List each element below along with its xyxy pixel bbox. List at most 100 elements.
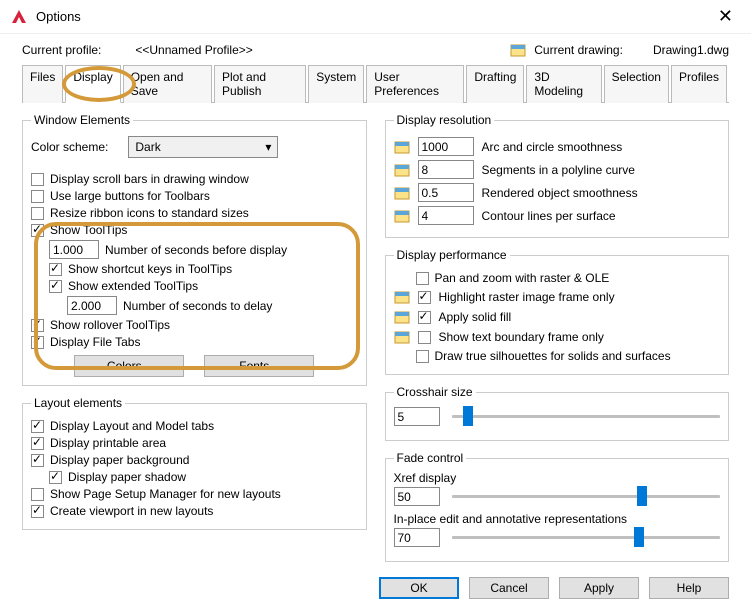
inplace-edit-label: In-place edit and annotative representat… <box>394 512 721 526</box>
tab-strip: Files Display Open and Save Plot and Pub… <box>22 64 729 103</box>
left-column: Window Elements Color scheme: Dark ▾ Dis… <box>22 113 367 562</box>
drawing-icon <box>394 162 410 178</box>
layout-elements-legend: Layout elements <box>31 396 125 410</box>
display-resolution-group: Display resolution Arc and circle smooth… <box>385 113 730 238</box>
chk-apply-solid-fill[interactable] <box>418 311 431 324</box>
chk-scroll-bars[interactable] <box>31 173 44 186</box>
current-drawing-value: Drawing1.dwg <box>653 43 729 57</box>
drawing-icon <box>394 139 410 155</box>
lbl-contour-lines: Contour lines per surface <box>482 209 616 223</box>
color-scheme-select[interactable]: Dark ▾ <box>128 136 278 158</box>
input-xref-display[interactable] <box>394 487 440 506</box>
lbl-apply-solid-fill: Apply solid fill <box>439 310 512 324</box>
input-contour-lines[interactable] <box>418 206 474 225</box>
profile-row: Current profile: <<Unnamed Profile>> Cur… <box>22 42 729 58</box>
slider-xref[interactable] <box>452 495 721 498</box>
display-performance-legend: Display performance <box>394 248 510 262</box>
chk-highlight-raster[interactable] <box>418 291 431 304</box>
lbl-large-buttons: Use large buttons for Toolbars <box>50 189 210 203</box>
chk-pan-zoom-raster[interactable] <box>416 272 429 285</box>
lbl-printable-area: Display printable area <box>50 436 166 450</box>
chevron-down-icon: ▾ <box>265 140 271 154</box>
lbl-true-silhouettes: Draw true silhouettes for solids and sur… <box>435 349 671 363</box>
tab-files[interactable]: Files <box>22 65 63 103</box>
chk-rollover-tooltips[interactable] <box>31 319 44 332</box>
chk-extended-tooltips[interactable] <box>49 280 62 293</box>
help-button[interactable]: Help <box>649 577 729 599</box>
fade-control-legend: Fade control <box>394 451 467 465</box>
slider-crosshair[interactable] <box>452 415 721 418</box>
chk-shortcut-keys[interactable] <box>49 263 62 276</box>
options-dialog: Options ✕ Current profile: <<Unnamed Pro… <box>0 0 751 611</box>
lbl-shortcut-keys: Show shortcut keys in ToolTips <box>68 262 232 276</box>
input-extended-delay[interactable] <box>67 296 117 315</box>
chk-page-setup-mgr[interactable] <box>31 488 44 501</box>
fonts-button[interactable]: Fonts... <box>204 355 314 377</box>
current-profile-label: Current profile: <box>22 43 101 57</box>
color-scheme-label: Color scheme: <box>31 140 108 154</box>
input-rendered-smoothness[interactable] <box>418 183 474 202</box>
tab-user-preferences[interactable]: User Preferences <box>366 65 464 103</box>
slider-thumb[interactable] <box>463 406 473 426</box>
dialog-footer: OK Cancel Apply Help <box>379 577 729 599</box>
input-inplace-edit[interactable] <box>394 528 440 547</box>
lbl-paper-shadow: Display paper shadow <box>68 470 186 484</box>
drawing-icon <box>394 309 410 325</box>
lbl-show-tooltips: Show ToolTips <box>50 223 127 237</box>
lbl-text-boundary: Show text boundary frame only <box>439 330 604 344</box>
lbl-resize-ribbon: Resize ribbon icons to standard sizes <box>50 206 249 220</box>
chk-layout-model-tabs[interactable] <box>31 420 44 433</box>
lbl-display-file-tabs: Display File Tabs <box>50 335 140 349</box>
chk-large-buttons[interactable] <box>31 190 44 203</box>
apply-button[interactable]: Apply <box>559 577 639 599</box>
tab-display[interactable]: Display <box>65 65 120 103</box>
slider-thumb[interactable] <box>637 486 647 506</box>
lbl-highlight-raster: Highlight raster image frame only <box>439 290 615 304</box>
cancel-button[interactable]: Cancel <box>469 577 549 599</box>
drawing-icon <box>394 185 410 201</box>
close-button[interactable]: ✕ <box>710 2 741 31</box>
slider-thumb[interactable] <box>634 527 644 547</box>
input-polyline-segments[interactable] <box>418 160 474 179</box>
window-elements-group: Window Elements Color scheme: Dark ▾ Dis… <box>22 113 367 386</box>
chk-true-silhouettes[interactable] <box>416 350 429 363</box>
chk-resize-ribbon[interactable] <box>31 207 44 220</box>
crosshair-size-group: Crosshair size <box>385 385 730 441</box>
tab-plot-and-publish[interactable]: Plot and Publish <box>214 65 306 103</box>
tab-system[interactable]: System <box>308 65 364 103</box>
colors-button[interactable]: Colors... <box>74 355 184 377</box>
layout-elements-group: Layout elements Display Layout and Model… <box>22 396 367 530</box>
chk-create-viewport[interactable] <box>31 505 44 518</box>
chk-printable-area[interactable] <box>31 437 44 450</box>
chk-paper-shadow[interactable] <box>49 471 62 484</box>
ok-button[interactable]: OK <box>379 577 459 599</box>
app-icon <box>10 8 28 26</box>
right-column: Display resolution Arc and circle smooth… <box>385 113 730 562</box>
chk-display-file-tabs[interactable] <box>31 336 44 349</box>
lbl-polyline-segments: Segments in a polyline curve <box>482 163 635 177</box>
drawing-icon <box>510 42 526 58</box>
current-drawing-label: Current drawing: <box>534 43 623 57</box>
lbl-create-viewport: Create viewport in new layouts <box>50 504 213 518</box>
input-arc-smoothness[interactable] <box>418 137 474 156</box>
current-profile-value: <<Unnamed Profile>> <box>135 43 252 57</box>
xref-display-label: Xref display <box>394 471 721 485</box>
lbl-pan-zoom-raster: Pan and zoom with raster & OLE <box>435 271 610 285</box>
input-crosshair-size[interactable] <box>394 407 440 426</box>
lbl-rendered-smoothness: Rendered object smoothness <box>482 186 638 200</box>
chk-show-tooltips[interactable] <box>31 224 44 237</box>
lbl-page-setup-mgr: Show Page Setup Manager for new layouts <box>50 487 281 501</box>
tab-open-and-save[interactable]: Open and Save <box>123 65 212 103</box>
window-title: Options <box>36 9 81 24</box>
display-resolution-legend: Display resolution <box>394 113 495 127</box>
input-tooltip-seconds[interactable] <box>49 240 99 259</box>
lbl-scroll-bars: Display scroll bars in drawing window <box>50 172 249 186</box>
tab-drafting[interactable]: Drafting <box>466 65 524 103</box>
chk-text-boundary[interactable] <box>418 331 431 344</box>
drawing-icon <box>394 208 410 224</box>
tab-selection[interactable]: Selection <box>604 65 669 103</box>
chk-paper-background[interactable] <box>31 454 44 467</box>
tab-3d-modeling[interactable]: 3D Modeling <box>526 65 601 103</box>
slider-inplace[interactable] <box>452 536 721 539</box>
tab-profiles[interactable]: Profiles <box>671 65 727 103</box>
